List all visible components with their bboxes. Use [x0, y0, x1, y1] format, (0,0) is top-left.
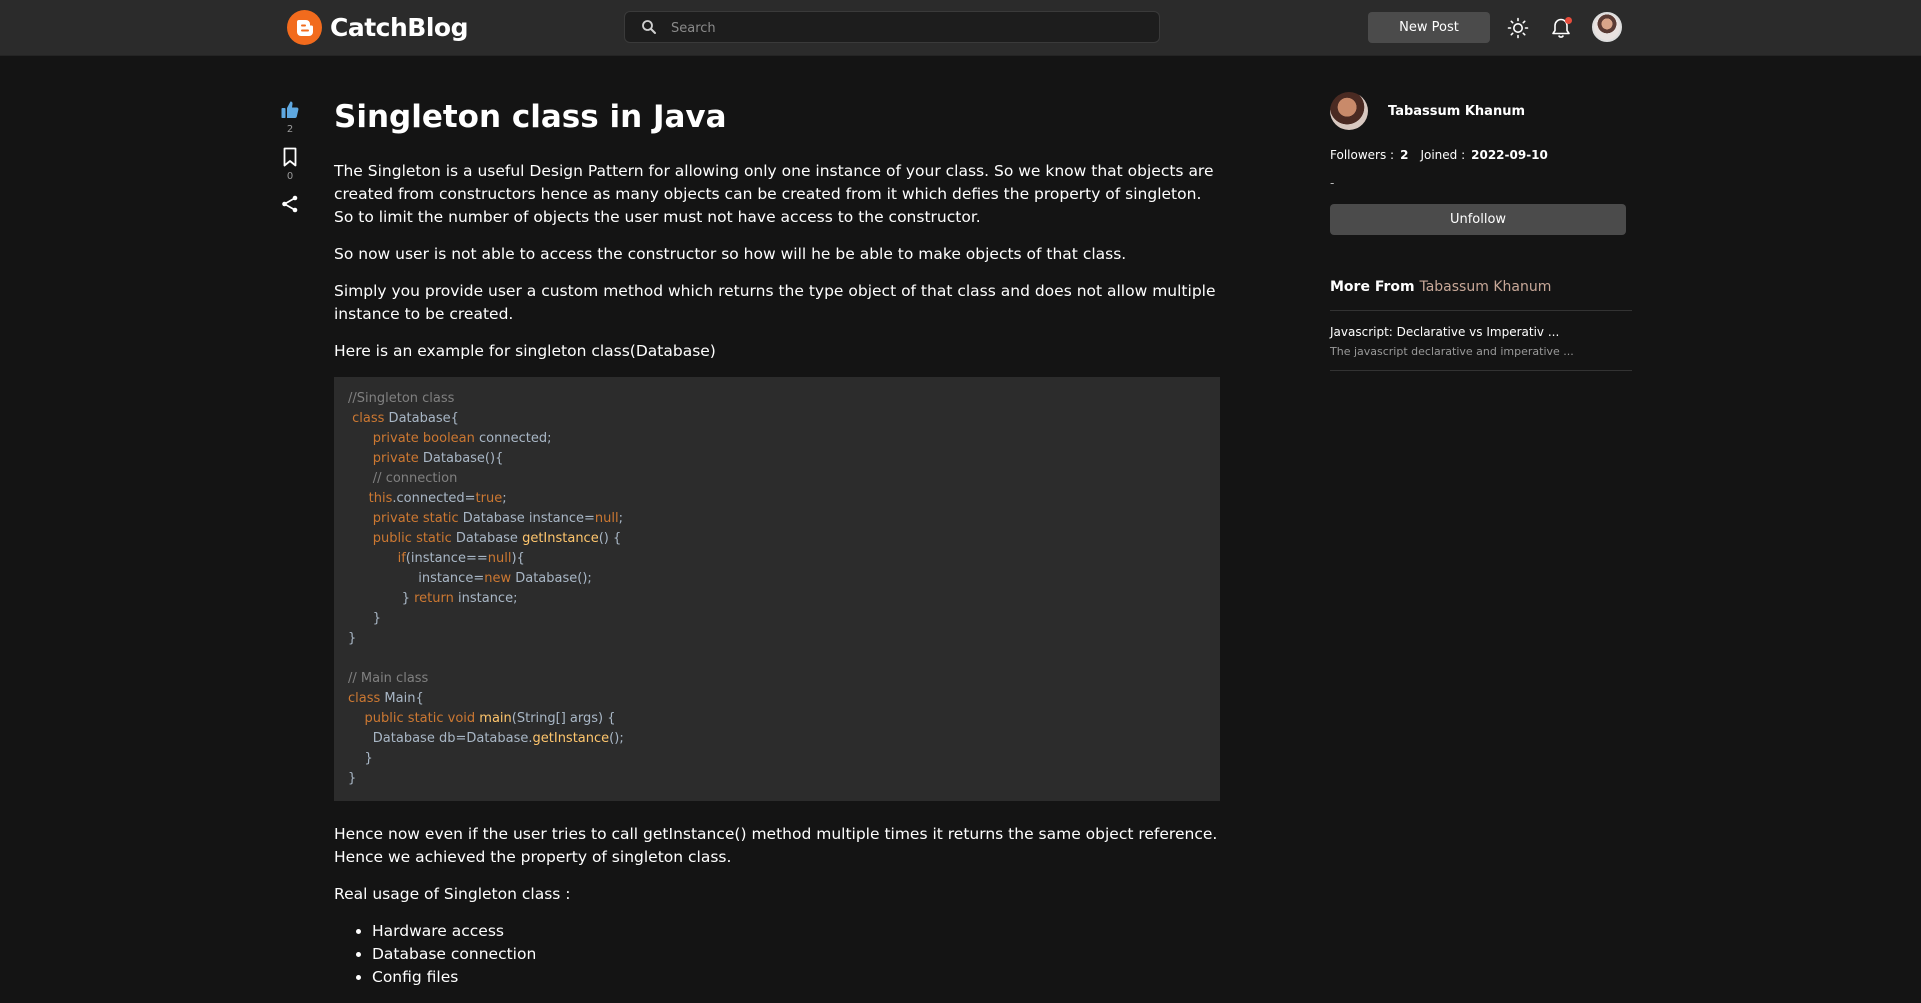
author-sidebar: Tabassum Khanum Followers : 2 Joined : 2… [1330, 92, 1632, 371]
more-from-heading: More From Tabassum Khanum [1330, 279, 1632, 311]
more-from-label: More From [1330, 279, 1415, 295]
post-actions: 2 0 [278, 100, 302, 226]
followers-count: 2 [1400, 148, 1409, 162]
top-navbar: CatchBlog New Post [0, 0, 1921, 56]
author-avatar[interactable] [1330, 92, 1368, 130]
code-line: instance=new Database(); [348, 571, 592, 586]
share-action [278, 194, 302, 214]
code-line: //Singleton class [348, 391, 455, 406]
blogger-logo-icon [287, 10, 322, 45]
article-paragraph: So now user is not able to access the co… [334, 245, 1127, 263]
article: Singleton class in Java The Singleton is… [334, 96, 1222, 989]
code-line: Database db=Database.getInstance(); [348, 731, 624, 746]
user-avatar[interactable] [1592, 12, 1622, 42]
author-stats: Followers : 2 Joined : 2022-09-10 [1330, 148, 1632, 162]
author-bio: - [1330, 176, 1335, 190]
code-line: if(instance==null){ [397, 551, 525, 566]
brand-name: CatchBlog [330, 13, 468, 42]
article-paragraph: Hence now even if the user tries to call… [334, 825, 1218, 866]
code-line: private boolean connected; [372, 431, 552, 446]
code-line: // connection [372, 471, 458, 486]
article-paragraph: Here is an example for singleton class(D… [334, 342, 716, 360]
code-line: } [348, 751, 373, 766]
bookmark-icon[interactable] [281, 147, 299, 167]
unfollow-button[interactable]: Unfollow [1330, 204, 1626, 235]
code-line: public static void main(String[] args) { [364, 711, 616, 726]
code-line: } [348, 771, 357, 786]
list-item: Config files [372, 966, 1222, 989]
usage-list: Hardware access Database connection Conf… [334, 920, 1222, 989]
theme-toggle-sun-icon[interactable] [1506, 16, 1530, 40]
bookmark-action: 0 [278, 147, 302, 182]
code-line: class Database{ [352, 411, 459, 426]
code-line: public static Database getInstance() { [372, 531, 622, 546]
notification-dot [1565, 17, 1572, 24]
more-post-item[interactable]: Javascript: Declarative vs Imperativ ...… [1330, 311, 1632, 371]
code-line: } [348, 631, 357, 646]
article-paragraph: The Singleton is a useful Design Pattern… [334, 162, 1214, 226]
new-post-button[interactable]: New Post [1368, 12, 1490, 43]
search-input[interactable] [669, 16, 1143, 40]
code-line: } [348, 611, 382, 626]
list-item: Hardware access [372, 920, 1222, 943]
followers-label: Followers : [1330, 148, 1395, 162]
joined-label: Joined : [1420, 148, 1466, 162]
search-bar[interactable] [624, 11, 1160, 43]
search-icon [642, 20, 656, 34]
like-action: 2 [278, 100, 302, 135]
joined-date: 2022-09-10 [1471, 148, 1548, 162]
code-line: this.connected=true; [368, 491, 507, 506]
bookmark-count: 0 [286, 171, 294, 182]
notification-bell-icon[interactable] [1549, 16, 1573, 40]
code-line: } return instance; [348, 591, 518, 606]
article-paragraph: Real usage of Singleton class : [334, 885, 571, 903]
brand-logo[interactable]: CatchBlog [287, 10, 468, 45]
thumbs-up-icon[interactable] [280, 100, 300, 120]
article-title: Singleton class in Java [334, 99, 727, 135]
article-paragraph: Simply you provide user a custom method … [334, 282, 1216, 323]
more-post-excerpt: The javascript declarative and imperativ… [1330, 345, 1574, 358]
share-icon[interactable] [280, 194, 300, 214]
author-header[interactable]: Tabassum Khanum [1330, 92, 1632, 130]
more-post-title[interactable]: Javascript: Declarative vs Imperativ ... [1330, 325, 1632, 339]
list-item: Database connection [372, 943, 1222, 966]
author-name[interactable]: Tabassum Khanum [1388, 104, 1525, 119]
more-from-author[interactable]: Tabassum Khanum [1419, 279, 1551, 295]
code-block[interactable]: //Singleton class class Database{ privat… [334, 377, 1220, 801]
code-line: // Main class [348, 671, 429, 686]
code-line: private static Database instance=null; [372, 511, 623, 526]
like-count: 2 [286, 124, 294, 135]
code-line: private Database(){ [372, 451, 504, 466]
code-line: class Main{ [348, 691, 424, 706]
